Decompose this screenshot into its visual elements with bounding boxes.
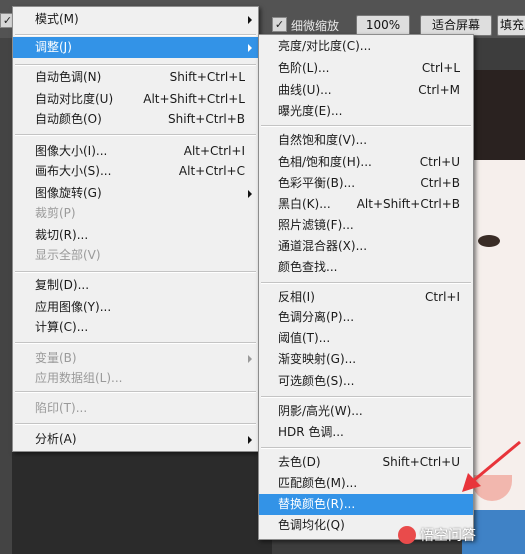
- watermark-text: 悟空问答: [420, 528, 476, 544]
- watermark: 悟空问答: [398, 523, 476, 549]
- watermark-logo-icon: [398, 526, 416, 544]
- annotation-arrow-icon: [462, 440, 521, 492]
